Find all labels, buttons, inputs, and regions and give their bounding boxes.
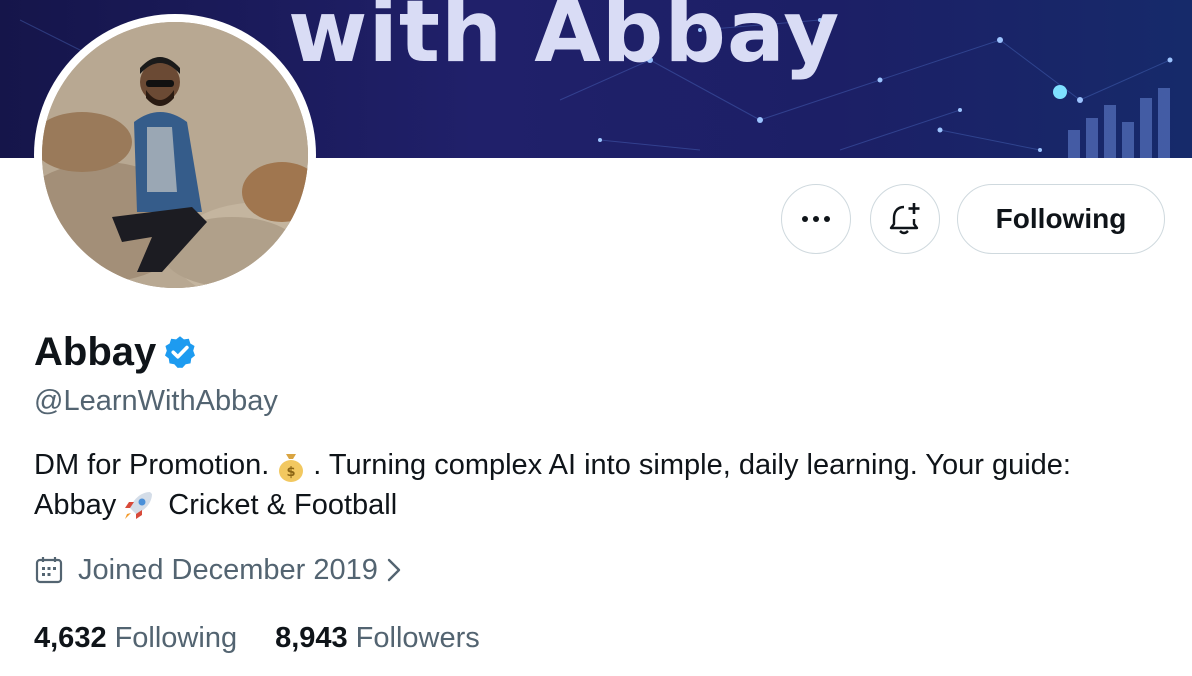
follow-stats: 4,632 Following 8,943 Followers — [34, 619, 518, 657]
followers-stat-link[interactable]: 8,943 Followers — [275, 619, 480, 657]
bio-text: Abbay — [34, 489, 117, 521]
bio-text: . Turning complex AI into simple, daily … — [313, 449, 1071, 481]
chevron-right-icon — [387, 558, 401, 582]
display-name: Abbay — [34, 330, 157, 374]
name-row: Abbay — [34, 327, 198, 377]
following-label: Following — [114, 622, 238, 654]
banner-title: with Abbay — [288, 0, 841, 82]
bio: DM for Promotion. $ . Turning complex AI… — [34, 445, 1164, 525]
svg-text:$: $ — [287, 465, 296, 480]
money-bag-icon: $ — [279, 454, 304, 483]
bio-text: DM for Promotion. — [34, 449, 270, 481]
more-horizontal-icon — [802, 216, 830, 222]
rocket-icon — [125, 492, 153, 520]
profile-page: with Abbay Following Abbay @LearnWithAbb… — [0, 0, 1192, 676]
bio-text: Cricket & Football — [168, 489, 398, 521]
calendar-icon — [35, 557, 63, 584]
avatar[interactable] — [34, 14, 316, 296]
joined-date: Joined December 2019 — [78, 554, 378, 586]
joined-date-row[interactable]: Joined December 2019 — [34, 551, 402, 589]
notify-button[interactable] — [870, 184, 940, 254]
following-button[interactable]: Following — [957, 184, 1165, 254]
followers-label: Followers — [355, 622, 480, 654]
user-handle: @LearnWithAbbay — [34, 385, 278, 417]
following-stat-link[interactable]: 4,632 Following — [34, 619, 237, 657]
following-count: 4,632 — [34, 622, 107, 654]
avatar-photo — [42, 22, 308, 288]
followers-count: 8,943 — [275, 622, 348, 654]
more-options-button[interactable] — [781, 184, 851, 254]
bell-plus-icon — [889, 203, 920, 235]
verified-badge-icon[interactable] — [162, 334, 198, 370]
